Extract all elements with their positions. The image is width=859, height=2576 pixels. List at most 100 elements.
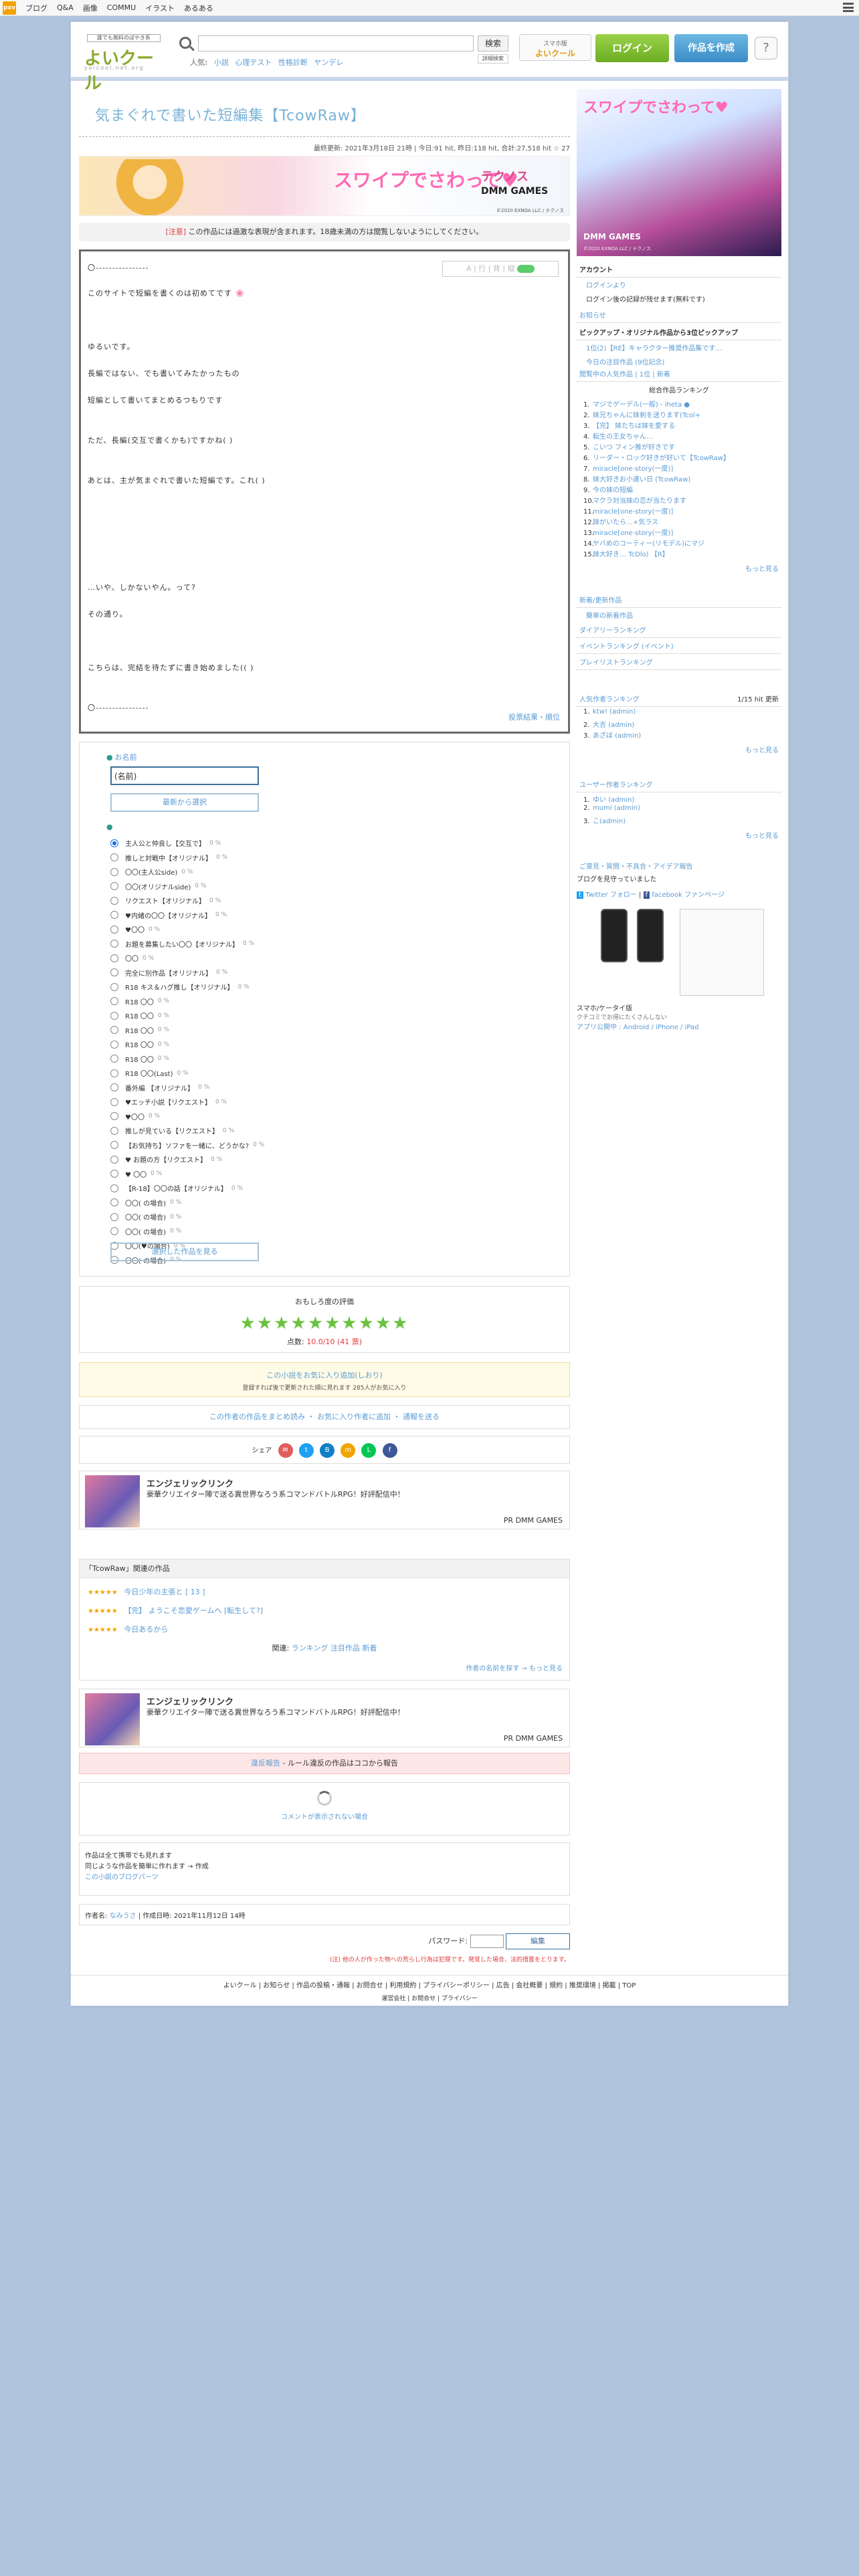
vote-option[interactable]: R18 〇〇 0 %	[110, 1008, 264, 1023]
ad-card[interactable]: エンジェリックリンク 豪華クリエイター陣で送る異世界なろう系コマンドバトルRPG…	[79, 1689, 570, 1747]
vote-option[interactable]: リクエスト【オリジナル】 0 %	[110, 893, 264, 908]
ranking-title[interactable]: マクラ対当妹の恋が当たります	[593, 498, 686, 505]
vote-option[interactable]: 推しと対戦中【オリジナル】 0 %	[110, 851, 264, 865]
read-all-link[interactable]: この作者の作品をまとめ読み	[209, 1412, 305, 1421]
radio-button[interactable]	[110, 982, 118, 991]
search-button[interactable]: 検索	[478, 35, 508, 51]
line-icon[interactable]: L	[361, 1443, 377, 1458]
favorite-box[interactable]: この小説をお気に入り追加(しおり) 登録すれば後で更新された順に見れます 285…	[79, 1362, 570, 1397]
ranking-title[interactable]: マジでゲーデル(一般) - iheta ●	[593, 401, 690, 409]
vote-option[interactable]: 推しが見ている【リクエスト】 0 %	[110, 1123, 264, 1138]
radio-button[interactable]	[110, 896, 118, 905]
edit-button[interactable]: 編集	[506, 1933, 570, 1949]
vote-option[interactable]: R18 〇〇 0 %	[110, 1052, 264, 1067]
radio-button[interactable]	[110, 1011, 118, 1020]
ranking-item[interactable]: 7. miracle[one-story(一度)]	[583, 463, 775, 473]
ranking-item[interactable]: 10.マクラ対当妹の恋が当たります	[583, 495, 775, 506]
author-ranking-more[interactable]: もっと見る	[577, 742, 781, 757]
footer-links[interactable]: よいクール | お知らせ | 作品の投稿・通報 | お問合せ | 利用規約 | …	[71, 1979, 788, 1990]
footer-line2[interactable]: 運営会社 | お問合せ | プライバシー	[71, 1994, 788, 2002]
hamburger-menu-icon[interactable]	[843, 3, 854, 12]
ranking-title[interactable]: 今の妹の短編	[593, 487, 633, 494]
help-icon[interactable]: ?	[755, 37, 777, 60]
radio-button[interactable]	[110, 839, 118, 847]
user-ranking-more[interactable]: もっと見る	[577, 827, 781, 843]
name-field[interactable]: (名前)	[110, 766, 259, 785]
author-rank-name[interactable]: 大吉 (admin)	[593, 722, 634, 729]
pickup-item[interactable]: 1位(2)【RE】キャラクター推奨作品集です…	[577, 340, 781, 354]
vote-option[interactable]: ♥エッチ小説【リクエスト】 0 %	[110, 1095, 264, 1109]
radio-button[interactable]	[110, 1184, 118, 1192]
app-link[interactable]: アプリ公開中 : Android / iPhone / iPad	[577, 1021, 781, 1031]
ranking-title[interactable]: 【完】 妹たちは妹を愛する	[593, 423, 675, 430]
mobile-promo[interactable]	[601, 909, 764, 996]
ranking-title[interactable]: miracle[one-story(一度)]	[593, 465, 673, 473]
nav-qa[interactable]: Q&A	[57, 3, 74, 12]
vote-option[interactable]: R18 キス＆ハグ推し【オリジナル】 0 %	[110, 980, 264, 994]
radio-button[interactable]	[110, 1126, 118, 1135]
radio-button[interactable]	[110, 925, 118, 934]
ranking-title[interactable]: 転生の王女ちゃん...	[593, 433, 653, 441]
mobile-info-line[interactable]: 同じような作品を簡単に作れます → 作成	[85, 1862, 564, 1872]
related-title[interactable]: 【完】 ようこそ恋愛ゲームへ [転生して?]	[124, 1606, 263, 1615]
author-name[interactable]: なみうさ	[110, 1913, 136, 1920]
updates-heading[interactable]: 新着/更新作品	[577, 592, 781, 608]
rating-stars[interactable]: ★★★★★★★★★★	[80, 1313, 569, 1333]
twitter-follow[interactable]: フォロー	[610, 891, 637, 899]
vote-option[interactable]: 【R-18】〇〇の話【オリジナル】 0 %	[110, 1181, 264, 1196]
vote-option[interactable]: 〇〇(主人公side) 0 %	[110, 865, 264, 879]
ranking-item[interactable]: 2. 妹兄ちゃんに妹剣を送ります(Tcol+	[583, 409, 775, 420]
nav-blog[interactable]: ブログ	[25, 3, 47, 13]
event-ranking-heading[interactable]: イベントランキング (イベント)	[577, 638, 781, 654]
mobile-version-badge[interactable]: スマホ版 よいクール	[519, 34, 591, 61]
radio-button[interactable]	[110, 867, 118, 876]
new-link[interactable]: 新着	[362, 1644, 377, 1652]
nav-aruaru[interactable]: あるある	[184, 3, 213, 13]
violation-report-link[interactable]: 違反報告	[251, 1759, 280, 1767]
ranking-title[interactable]: こいつ フィン推が好きです	[593, 444, 675, 451]
ranking-item[interactable]: 12.妹がいたら…+気ラス	[583, 516, 775, 527]
radio-button[interactable]	[110, 1198, 118, 1207]
updates-item[interactable]: 簡単の新着作品	[577, 608, 781, 622]
nav-commu[interactable]: COMMU	[107, 3, 136, 12]
search-hint-novel[interactable]: 小説	[214, 58, 229, 67]
author-rank-name[interactable]: あざぼ (admin)	[593, 732, 641, 740]
search-input[interactable]	[198, 35, 474, 51]
mail-icon[interactable]: ✉	[278, 1443, 293, 1458]
vertical-toggle[interactable]	[517, 265, 535, 273]
ranking-title[interactable]: リーダー・ロック好きが好いて【TcowRaw】	[593, 455, 730, 462]
user-rank-name[interactable]: mumi (admin)	[593, 804, 640, 812]
ranking-item[interactable]: 8. 妹大好きお小遣い日 (TcowRaw)	[583, 473, 775, 484]
radio-button[interactable]	[110, 997, 118, 1006]
twitter-icon[interactable]: t	[298, 1443, 314, 1458]
facebook-link[interactable]: facebook	[652, 891, 682, 899]
facebook-icon[interactable]: f	[382, 1443, 397, 1458]
vote-option[interactable]: ♥ お題の方【リクエスト】 0 %	[110, 1152, 264, 1167]
pxv-logo[interactable]: pxv	[3, 1, 16, 15]
ad-card[interactable]: エンジェリックリンク 豪華クリエイター陣で送る異世界なろう系コマンドバトルRPG…	[79, 1471, 570, 1529]
create-work-button[interactable]: 作品を作成	[674, 34, 748, 62]
playlist-ranking-heading[interactable]: プレイリストランキング	[577, 654, 781, 670]
diary-ranking-heading[interactable]: ダイアリーランキング	[577, 622, 781, 638]
related-more-link[interactable]: 作者の名前を探す → もっと見る	[80, 1662, 563, 1673]
password-input[interactable]	[470, 1935, 504, 1948]
radio-button[interactable]	[110, 968, 118, 977]
favorite-author-link[interactable]: お気に入り作者に追加	[317, 1412, 391, 1421]
blog-parts-link[interactable]: この小説のブログパーツ	[85, 1872, 564, 1883]
news-heading[interactable]: お知らせ	[577, 307, 781, 323]
radio-button[interactable]	[110, 1083, 118, 1092]
ranking-item[interactable]: 14.ヤバめのコーティー(リモデル)にマジ	[583, 538, 775, 548]
smartphone-title[interactable]: スマホ/ケータイ版	[577, 1002, 781, 1012]
radio-button[interactable]	[110, 1141, 118, 1150]
radio-button[interactable]	[110, 1155, 118, 1164]
site-logo[interactable]: 誰でも無料のぼやき系 よいクール yoicool.net.org	[82, 30, 169, 94]
vote-option[interactable]: ♥内緒の〇〇【オリジナル】 0 %	[110, 908, 264, 923]
radio-button[interactable]	[110, 940, 118, 948]
author-ranking-heading[interactable]: 人気作者ランキング 1/15 hit 更新	[577, 691, 781, 707]
nav-images[interactable]: 画像	[83, 3, 98, 13]
radio-button[interactable]	[110, 1069, 118, 1077]
comment-fallback-link[interactable]: コメントが表示されない場合	[80, 1811, 569, 1821]
radio-button[interactable]	[110, 1026, 118, 1035]
radio-button[interactable]	[110, 853, 118, 862]
search-hint-personality[interactable]: 性格診断	[278, 58, 308, 67]
